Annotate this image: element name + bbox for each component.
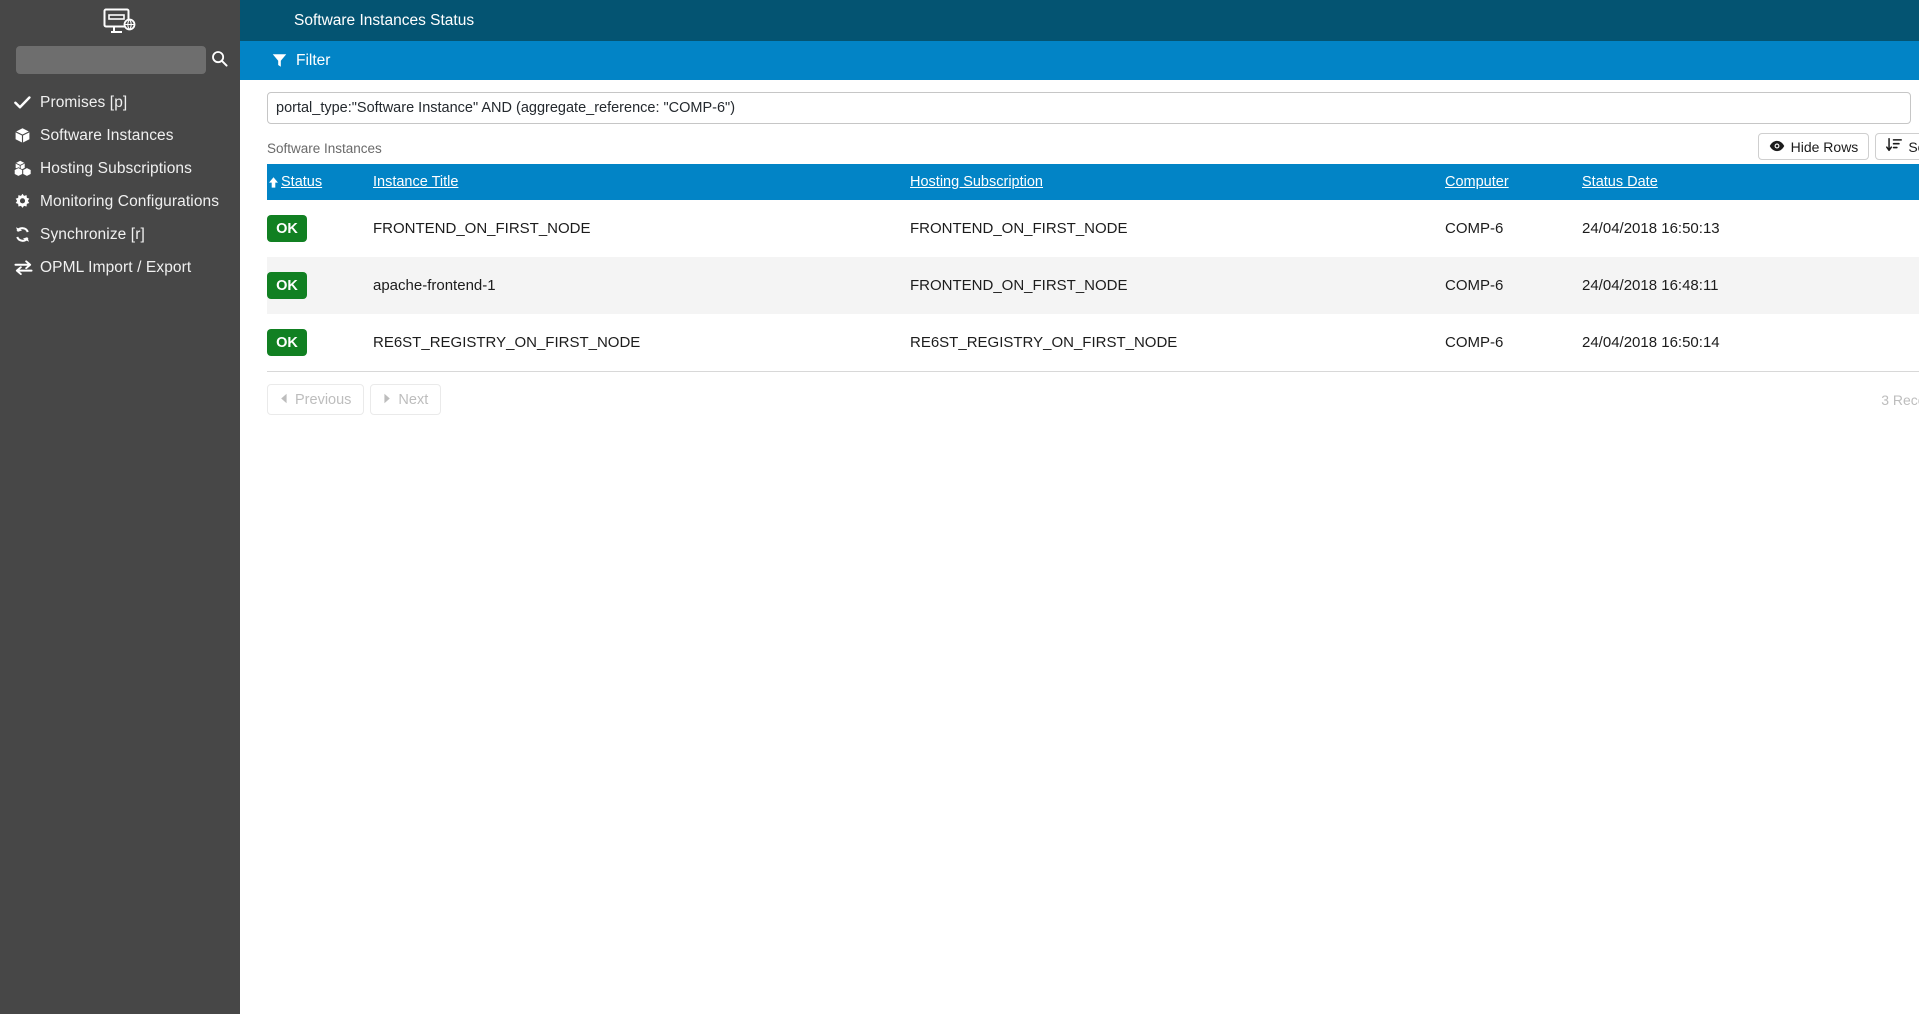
sidebar-item-monitoring-configurations[interactable]: Monitoring Configurations [0,185,240,218]
column-header-computer[interactable]: Computer [1445,164,1582,200]
cell-status: OK [267,314,373,371]
query-row [240,80,1919,124]
filter-bar[interactable]: Filter [240,41,1919,80]
sidebar-item-label: Monitoring Configurations [40,192,220,210]
query-search-button[interactable] [1911,92,1919,124]
eye-icon [1769,139,1785,155]
status-badge[interactable]: OK [267,215,307,242]
cell-status-date: 24/04/2018 16:50:13 [1582,220,1720,237]
cell-instance-title: apache-frontend-1 [373,277,496,294]
gear-icon [14,193,40,210]
sort-amount-down-icon [1886,138,1903,155]
listing-table-wrap: Status Instance Title Hosting Subscripti… [240,160,1919,371]
listing-header: Software Instances Hide Rows S [240,124,1919,160]
main-content: Software Instances Status Filter portal_… [240,0,1919,1014]
column-header-hosting-subscription[interactable]: Hosting Subscription [910,164,1445,200]
records-count: 3 Records [1881,391,1919,408]
sidebar-search [0,40,240,76]
cell-hosting-subscription: FRONTEND_ON_FIRST_NODE [910,220,1128,237]
cell-status-date: 24/04/2018 16:50:14 [1582,334,1720,351]
sidebar-item-label: Software Instances [40,126,174,144]
sidebar-item-label: Hosting Subscriptions [40,159,193,177]
listing-title: Software Instances [267,141,382,156]
previous-label: Previous [295,391,352,408]
sidebar-item-hosting-subscriptions[interactable]: Hosting Subscriptions [0,152,240,185]
sidebar-item-software-instances[interactable]: Software Instances [0,119,240,152]
search-icon [211,50,228,70]
caret-left-icon [280,392,288,408]
sidebar-item-synchronize[interactable]: Synchronize [r] [0,218,240,251]
monitor-globe-icon [103,8,137,36]
sidebar-item-label: Promises [p] [40,93,128,111]
cell-hosting-subscription: FRONTEND_ON_FIRST_NODE [910,277,1128,294]
cell-computer: COMP-6 [1445,334,1504,351]
cell-status: OK [267,257,373,314]
exchange-icon [14,260,40,275]
search-input[interactable] [16,46,206,74]
column-header-label[interactable]: Status Date [1582,174,1658,190]
listing-actions: Hide Rows Sort [1757,133,1919,160]
arrow-up-icon [267,176,280,189]
table-row[interactable]: OK FRONTEND_ON_FIRST_NODE FRONTEND_ON_FI… [267,200,1919,257]
sidebar-item-opml-import-export[interactable]: OPML Import / Export [0,251,240,284]
table-body: OK FRONTEND_ON_FIRST_NODE FRONTEND_ON_FI… [267,200,1919,371]
next-page-button[interactable]: Next [370,384,442,415]
column-header-label[interactable]: Computer [1445,174,1509,190]
sort-button[interactable]: Sort [1875,133,1919,160]
column-header-label[interactable]: Instance Title [373,174,458,190]
app-root: Promises [p] Software Instances Hosting … [0,0,1919,1014]
page-title: Software Instances Status [294,11,475,29]
sidebar-item-label: Synchronize [r] [40,225,145,243]
sidebar-nav: Promises [p] Software Instances Hosting … [0,86,240,284]
column-header-status[interactable]: Status [267,164,373,200]
cell-instance-title: FRONTEND_ON_FIRST_NODE [373,220,591,237]
table-row[interactable]: OK RE6ST_REGISTRY_ON_FIRST_NODE RE6ST_RE… [267,314,1919,371]
pagination-buttons: Previous Next [267,384,442,415]
cell-instance-title: RE6ST_REGISTRY_ON_FIRST_NODE [373,334,641,351]
sidebar: Promises [p] Software Instances Hosting … [0,0,240,1014]
app-logo[interactable] [0,4,240,40]
check-icon [14,95,40,110]
hide-rows-button[interactable]: Hide Rows [1757,133,1870,160]
sidebar-item-promises[interactable]: Promises [p] [0,86,240,119]
previous-page-button[interactable]: Previous [267,384,365,415]
next-label: Next [398,391,429,408]
column-header-label[interactable]: Hosting Subscription [910,174,1043,190]
table-head: Status Instance Title Hosting Subscripti… [267,164,1919,200]
column-header-instance-title[interactable]: Instance Title [373,164,910,200]
table-row[interactable]: OK apache-frontend-1 FRONTEND_ON_FIRST_N… [267,257,1919,314]
hide-rows-label: Hide Rows [1790,138,1859,155]
cell-computer: COMP-6 [1445,220,1504,237]
cell-computer: COMP-6 [1445,277,1504,294]
cell-hosting-subscription: RE6ST_REGISTRY_ON_FIRST_NODE [910,334,1178,351]
table-header-row: Status Instance Title Hosting Subscripti… [267,164,1919,200]
filter-icon [272,53,287,68]
sidebar-item-label: OPML Import / Export [40,258,192,276]
sort-label: Sort [1908,138,1919,155]
status-badge[interactable]: OK [267,329,307,356]
pagination: Previous Next 3 Records [240,372,1919,415]
page-header: Software Instances Status [240,0,1919,41]
cube-icon [14,127,40,144]
column-header-label[interactable]: Status [281,174,322,190]
filter-query-input[interactable] [267,92,1911,124]
status-badge[interactable]: OK [267,272,307,299]
cell-status-date: 24/04/2018 16:48:11 [1582,277,1719,294]
filter-bar-label: Filter [296,51,331,69]
software-instances-table: Status Instance Title Hosting Subscripti… [267,164,1919,371]
cubes-icon [14,160,40,177]
column-header-status-date[interactable]: Status Date [1582,164,1919,200]
sync-icon [14,226,40,243]
cell-status: OK [267,200,373,257]
caret-right-icon [383,392,391,408]
search-button[interactable] [206,46,232,74]
